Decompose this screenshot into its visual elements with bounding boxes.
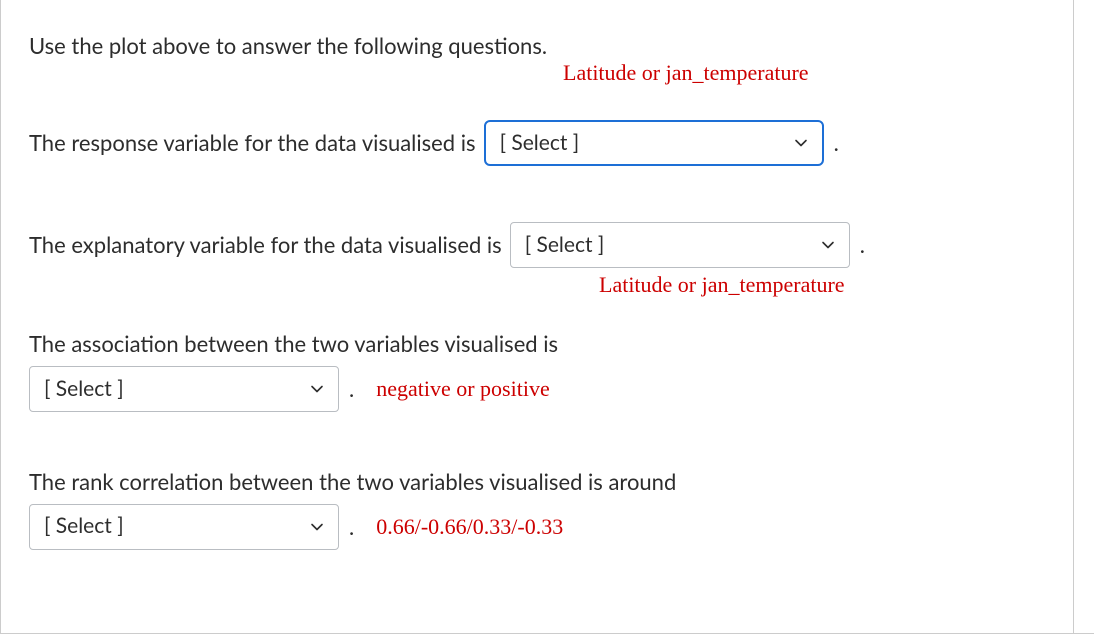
q1-select[interactable]: [ Select ]	[484, 120, 824, 166]
q1-select-placeholder: [ Select ]	[500, 128, 580, 158]
q4-select-line: [ Select ] . 0.66/-0.66/0.33/-0.33	[29, 504, 1045, 550]
q4-period: .	[349, 511, 354, 543]
q3-text-line: The association between the two variable…	[29, 328, 1045, 360]
q2-text: The explanatory variable for the data vi…	[29, 229, 502, 261]
chevron-down-icon	[794, 136, 808, 150]
q3-select-placeholder: [ Select ]	[44, 374, 124, 404]
q2-select-placeholder: [ Select ]	[525, 230, 605, 260]
intro-text: Use the plot above to answer the followi…	[29, 30, 1045, 62]
q3-period: .	[349, 373, 354, 405]
q4-text: The rank correlation between the two var…	[29, 466, 676, 498]
q4-select[interactable]: [ Select ]	[29, 504, 339, 550]
q4-select-placeholder: [ Select ]	[44, 511, 124, 541]
q1-line: The response variable for the data visua…	[29, 120, 1045, 166]
q1-text: The response variable for the data visua…	[29, 127, 476, 159]
chevron-down-icon	[821, 238, 835, 252]
q2-hint: Latitude or jan_temperature	[599, 272, 1045, 298]
chevron-down-icon	[310, 382, 324, 396]
q4-hint: 0.66/-0.66/0.33/-0.33	[376, 511, 563, 543]
q1-hint: Latitude or jan_temperature	[563, 60, 809, 86]
q3-hint: negative or positive	[376, 373, 550, 405]
q3-text: The association between the two variable…	[29, 328, 558, 360]
q1-period: .	[834, 127, 839, 159]
question-inner: latitude Use the plot above to answer th…	[1, 0, 1074, 633]
q3-select[interactable]: [ Select ]	[29, 366, 339, 412]
q2-line: The explanatory variable for the data vi…	[29, 222, 1045, 268]
q4-text-line: The rank correlation between the two var…	[29, 466, 1045, 498]
q3-select-line: [ Select ] . negative or positive	[29, 366, 1045, 412]
question-frame: latitude Use the plot above to answer th…	[0, 0, 1094, 634]
q2-period: .	[860, 229, 865, 261]
q2-select[interactable]: [ Select ]	[510, 222, 850, 268]
chevron-down-icon	[310, 520, 324, 534]
